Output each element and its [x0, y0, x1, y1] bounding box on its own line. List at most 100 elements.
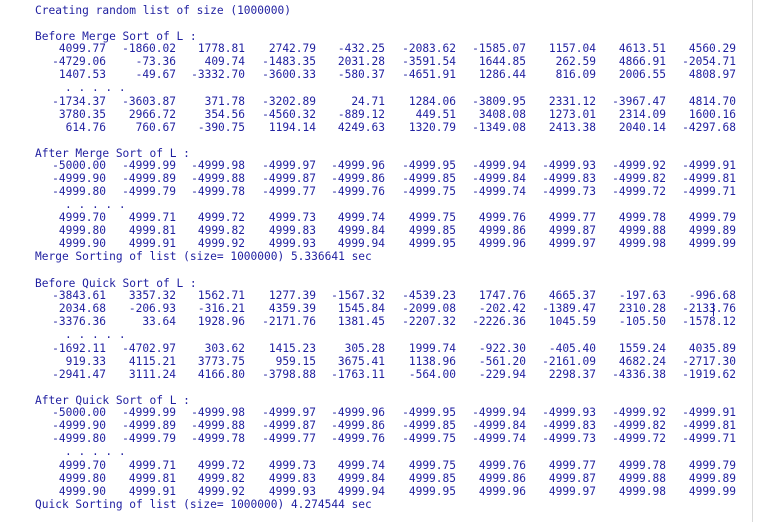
console-output[interactable]: Creating random list of size (1000000) B… [0, 0, 765, 522]
value-cell: 4999.96 [478, 237, 526, 250]
value-cell: 354.56 [204, 108, 245, 121]
value-cell: 1545.84 [337, 302, 385, 315]
value-cell: -4999.73 [542, 432, 596, 445]
value-cell: 1381.45 [337, 315, 385, 328]
value-cell: -316.21 [197, 302, 245, 315]
value-cell: 4999.97 [548, 485, 596, 498]
value-cell: 449.51 [415, 108, 456, 121]
value-cell: 4999.79 [688, 459, 736, 472]
value-cell: 1320.79 [408, 121, 456, 134]
value-cell: 4099.77 [58, 42, 106, 55]
value-cell: -5000.00 [52, 159, 106, 172]
value-cell: -2054.71 [682, 55, 736, 68]
value-cell: -4999.79 [122, 432, 176, 445]
value-cell: -3967.47 [612, 95, 666, 108]
value-cell: -4999.71 [682, 185, 736, 198]
value-cell: -3332.70 [191, 68, 245, 81]
value-cell: -4999.85 [402, 172, 456, 185]
value-cell: 4999.88 [618, 224, 666, 237]
value-cell: -4999.90 [52, 172, 106, 185]
value-cell: 1644.85 [478, 55, 526, 68]
value-cell: 4999.89 [688, 472, 736, 485]
console-window[interactable]: Creating random list of size (1000000) B… [0, 0, 765, 522]
value-cell: 1559.24 [618, 342, 666, 355]
value-cell: -4999.74 [472, 432, 526, 445]
value-cell: -432.25 [337, 42, 385, 55]
value-cell: -4999.93 [542, 406, 596, 419]
value-cell: 4999.87 [548, 224, 596, 237]
value-cell: -2099.08 [402, 302, 456, 315]
value-cell: 4999.95 [408, 485, 456, 498]
value-cell: 4999.81 [128, 472, 176, 485]
value-cell: -3202.89 [262, 95, 316, 108]
value-cell: 2966.72 [128, 108, 176, 121]
value-cell: -4999.85 [402, 419, 456, 432]
value-cell: -1919.62 [682, 368, 736, 381]
value-cell: -4999.96 [331, 406, 385, 419]
value-cell: -4999.99 [122, 159, 176, 172]
value-cell: 4999.93 [268, 237, 316, 250]
value-cell: -4999.76 [331, 432, 385, 445]
value-cell: -4999.97 [262, 159, 316, 172]
value-cell: -4999.98 [191, 159, 245, 172]
value-cell: 4999.82 [197, 472, 245, 485]
value-cell: -5000.00 [52, 406, 106, 419]
value-cell: 4999.77 [548, 211, 596, 224]
value-cell: 3111.24 [128, 368, 176, 381]
value-cell: 4999.85 [408, 472, 456, 485]
value-cell: -4999.76 [331, 185, 385, 198]
value-cell: -3809.95 [472, 95, 526, 108]
value-cell: -4999.78 [191, 432, 245, 445]
value-cell: -1567.32 [331, 289, 385, 302]
value-cell: 4999.75 [408, 211, 456, 224]
value-cell: 919.33 [65, 355, 106, 368]
value-cell: 1277.39 [268, 289, 316, 302]
value-cell: 3408.08 [478, 108, 526, 121]
value-cell: 4613.51 [618, 42, 666, 55]
value-cell: -4999.88 [191, 172, 245, 185]
value-cell: 4999.80 [58, 224, 106, 237]
value-cell: -49.67 [135, 68, 176, 81]
value-cell: 4999.83 [268, 224, 316, 237]
value-cell: -405.40 [548, 342, 596, 355]
value-cell: 2314.09 [618, 108, 666, 121]
value-cell: 614.76 [65, 121, 106, 134]
value-cell: -4999.92 [612, 406, 666, 419]
value-cell: 4999.98 [618, 237, 666, 250]
value-cell: 4866.91 [618, 55, 666, 68]
value-cell: 24.71 [351, 95, 385, 108]
value-cell: 409.74 [204, 55, 245, 68]
value-cell: -4999.72 [612, 185, 666, 198]
value-cell: 1562.71 [197, 289, 245, 302]
value-cell: -4999.90 [52, 419, 106, 432]
value-cell: 3780.35 [58, 108, 106, 121]
value-cell: -3376.36 [52, 315, 106, 328]
value-cell: 4999.90 [58, 237, 106, 250]
value-cell: 4999.72 [197, 459, 245, 472]
value-cell: 1999.74 [408, 342, 456, 355]
value-cell: -4999.77 [262, 185, 316, 198]
value-cell: -4999.89 [122, 419, 176, 432]
value-cell: 4999.98 [618, 485, 666, 498]
value-cell: -4999.93 [542, 159, 596, 172]
value-cell: -390.75 [197, 121, 245, 134]
value-cell: -4999.87 [262, 172, 316, 185]
value-cell: 4999.74 [337, 211, 385, 224]
value-cell: 1928.96 [197, 315, 245, 328]
value-cell: 4166.80 [197, 368, 245, 381]
value-cell: 371.78 [204, 95, 245, 108]
value-cell: -4651.91 [402, 68, 456, 81]
value-cell: 4999.70 [58, 459, 106, 472]
value-cell: 2413.38 [548, 121, 596, 134]
value-cell: -3843.61 [52, 289, 106, 302]
value-cell: -4999.86 [331, 419, 385, 432]
value-cell: 4999.95 [408, 237, 456, 250]
value-cell: -4999.74 [472, 185, 526, 198]
create-list-message: Creating random list of size (1000000) [35, 4, 291, 17]
value-cell: 1778.81 [197, 42, 245, 55]
value-cell: -580.37 [337, 68, 385, 81]
value-cell: -4999.97 [262, 406, 316, 419]
text-cursor [713, 303, 714, 316]
value-cell: 4999.89 [688, 224, 736, 237]
value-cell: 4999.91 [128, 237, 176, 250]
